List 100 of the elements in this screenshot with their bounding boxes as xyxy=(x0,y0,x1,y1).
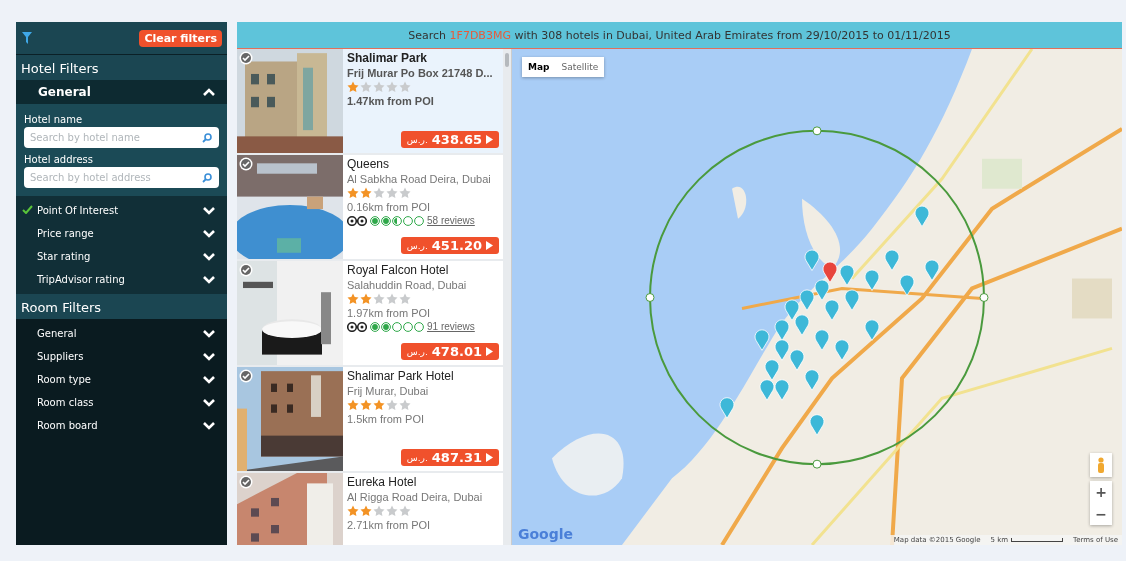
check-badge-icon[interactable] xyxy=(239,263,253,277)
star-icon xyxy=(399,81,411,93)
distance: 2.71km from POI xyxy=(347,519,432,531)
star-icon xyxy=(399,187,411,199)
star-icon xyxy=(360,399,372,411)
hotel-name: Queens xyxy=(347,157,391,171)
rating-circle-icon xyxy=(381,215,391,226)
hotel-name: Shalimar Park Hotel xyxy=(347,369,455,383)
distance: 0.16km from POI xyxy=(347,201,432,213)
chevron-icon xyxy=(203,421,215,430)
star-icon xyxy=(386,293,398,305)
zoom-in-button[interactable]: + xyxy=(1090,481,1112,503)
check-badge-icon[interactable] xyxy=(239,51,253,65)
star-icon xyxy=(399,505,411,517)
filter-item[interactable]: Room class xyxy=(16,391,227,414)
filter-label: Room type xyxy=(36,374,92,385)
chevron-icon xyxy=(203,275,215,284)
chevron-icon xyxy=(203,398,215,407)
reviews-link[interactable]: 58 reviews xyxy=(427,215,475,226)
search-field[interactable]: Search by hotel address xyxy=(24,167,219,188)
check-badge-icon[interactable] xyxy=(239,369,253,383)
rating-circle-icon xyxy=(403,321,413,332)
section-title: Room Filters xyxy=(16,294,227,319)
search-icon xyxy=(202,133,212,143)
clear-filters-button[interactable]: Clear filters xyxy=(139,29,222,47)
check-badge-icon[interactable] xyxy=(239,157,253,171)
rating-circle-icon xyxy=(392,321,402,332)
filter-label: Suppliers xyxy=(36,351,85,362)
rating-circle-icon xyxy=(381,321,391,332)
filter-label: General xyxy=(36,328,78,339)
reviews-link[interactable]: 91 reviews xyxy=(427,321,475,332)
star-icon xyxy=(373,187,385,199)
search-summary: Search 1F7DB3MG with 308 hotels in Dubai, United Arab Emirates from 29/10/2015 to 01/11/2015 xyxy=(408,28,951,42)
star-icon xyxy=(373,399,385,411)
star-icon xyxy=(360,505,372,517)
chevron-icon xyxy=(203,329,215,338)
search-field[interactable]: Search by hotel name xyxy=(24,127,219,148)
star-icon xyxy=(360,293,372,305)
chevron-icon xyxy=(203,229,215,238)
map-type-tab[interactable]: Map xyxy=(522,57,556,77)
star-icon xyxy=(373,293,385,305)
rating-circle-icon xyxy=(370,321,380,332)
owl-icon xyxy=(347,321,367,332)
star-icon xyxy=(347,293,359,305)
map-logo: Google xyxy=(518,526,574,542)
star-icon xyxy=(347,399,359,411)
rating-circle-icon xyxy=(403,215,413,226)
star-icon xyxy=(386,187,398,199)
hotel-name: Eureka Hotel xyxy=(347,475,418,489)
star-icon xyxy=(373,505,385,517)
filter-item[interactable]: Suppliers xyxy=(16,345,227,368)
play-icon xyxy=(486,135,493,144)
hotel-address: Al Sabkha Road Deira, Dubai xyxy=(347,173,492,185)
distance: 1.47km from POI xyxy=(347,95,435,107)
filter-label: Point Of Interest xyxy=(36,205,120,216)
hotel-address: Frij Murar, Dubai xyxy=(347,385,430,397)
field-label: Hotel address xyxy=(24,154,94,165)
distance: 1.97km from POI xyxy=(347,307,432,319)
filter-item[interactable]: General xyxy=(16,322,227,345)
filter-item[interactable]: Price range xyxy=(16,222,227,245)
star-icon xyxy=(399,293,411,305)
filter-item[interactable]: TripAdvisor rating xyxy=(16,268,227,291)
star-icon xyxy=(347,81,359,93)
star-icon xyxy=(386,505,398,517)
zoom-out-button[interactable]: − xyxy=(1090,503,1112,525)
rating-circle-icon xyxy=(414,321,424,332)
hotel-address: Al Rigga Road Deira, Dubai xyxy=(347,491,484,503)
filter-item[interactable]: Point Of Interest xyxy=(16,199,227,222)
star-icon xyxy=(347,505,359,517)
star-icon xyxy=(386,399,398,411)
hotel-name: Shalimar Park xyxy=(347,51,429,65)
star-icon xyxy=(360,81,372,93)
filter-item[interactable]: Star rating xyxy=(16,245,227,268)
filter-label: Room class xyxy=(36,397,95,408)
scrollbar[interactable] xyxy=(505,53,509,67)
search-icon xyxy=(202,173,212,183)
hotel-name: Royal Falcon Hotel xyxy=(347,263,450,277)
play-icon xyxy=(486,347,493,356)
filter-item[interactable]: Room board xyxy=(16,414,227,437)
hotel-card[interactable]: Eureka Hotel Al Rigga Road Deira, Dubai 2.71km from POI xyxy=(237,473,503,545)
play-icon xyxy=(486,241,493,250)
distance: 1.5km from POI xyxy=(347,413,426,425)
chevron-icon xyxy=(203,206,215,215)
filter-label: Star rating xyxy=(36,251,92,262)
star-icon xyxy=(360,187,372,199)
check-badge-icon[interactable] xyxy=(239,475,253,489)
section-title: Hotel Filters xyxy=(16,55,227,80)
hotel-address: Frij Murar Po Box 21748 D... xyxy=(347,67,494,79)
scale-bar xyxy=(1011,538,1064,542)
chevron-icon xyxy=(203,375,215,384)
filter-item[interactable]: Room type xyxy=(16,368,227,391)
filter-label: Room board xyxy=(36,420,99,431)
rating-circle-icon xyxy=(414,215,424,226)
star-icon xyxy=(386,81,398,93)
play-icon xyxy=(486,453,493,462)
map-type-tab[interactable]: Satellite xyxy=(555,57,605,77)
field-label: Hotel name xyxy=(24,114,84,125)
star-icon xyxy=(399,399,411,411)
chevron-icon xyxy=(203,352,215,361)
star-icon xyxy=(373,81,385,93)
